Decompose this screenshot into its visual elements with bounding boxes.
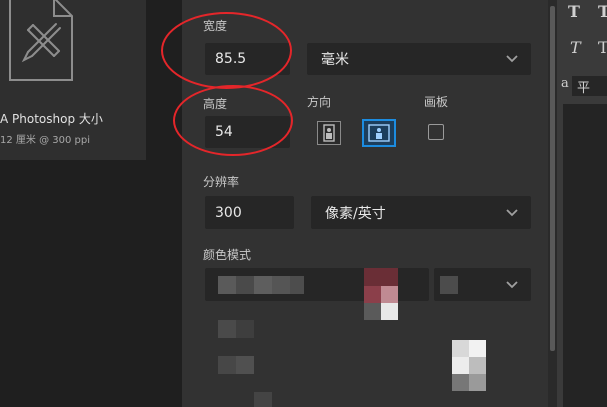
chevron-down-icon xyxy=(506,55,518,63)
preset-size: 12 厘米 @ 300 ppi xyxy=(0,135,90,146)
anti-alias-select[interactable]: 平 xyxy=(572,76,607,96)
chevron-down-icon xyxy=(506,208,518,216)
orientation-label: 方向 xyxy=(307,95,332,109)
artboard-checkbox[interactable] xyxy=(428,124,444,140)
resolution-value: 300 xyxy=(215,204,242,221)
resolution-unit-select[interactable]: 像素/英寸 xyxy=(311,196,531,229)
italic-text-icon[interactable]: T xyxy=(570,38,581,57)
landscape-button[interactable] xyxy=(362,119,396,147)
resolution-label: 分辨率 xyxy=(203,175,240,189)
width-unit-value: 毫米 xyxy=(321,52,349,68)
color-mode-label: 颜色模式 xyxy=(203,248,252,262)
text-icon[interactable]: T xyxy=(598,38,607,57)
scrollbar-thumb[interactable] xyxy=(550,6,555,351)
width-unit-select[interactable]: 毫米 xyxy=(307,43,531,75)
preset-card[interactable]: A Photoshop 大小 12 厘米 @ 300 ppi xyxy=(0,0,146,160)
portrait-button[interactable] xyxy=(317,121,341,145)
anti-alias-label: a xyxy=(561,76,569,91)
subscript-text-icon[interactable]: T xyxy=(568,2,580,21)
document-brush-icon xyxy=(9,0,73,81)
landscape-icon xyxy=(368,124,390,142)
resolution-input[interactable]: 300 xyxy=(205,196,294,229)
text-icon[interactable]: T xyxy=(598,2,607,21)
chevron-down-icon xyxy=(506,280,518,288)
preset-name: A Photoshop 大小 xyxy=(0,112,103,126)
anti-alias-value: 平 xyxy=(577,81,591,96)
resolution-unit-value: 像素/英寸 xyxy=(325,205,386,222)
annotation-circle-width xyxy=(161,12,292,89)
annotation-circle-height xyxy=(173,85,293,156)
artboard-label: 画板 xyxy=(424,95,449,109)
portrait-icon xyxy=(323,124,335,142)
character-panel-body xyxy=(563,104,607,407)
